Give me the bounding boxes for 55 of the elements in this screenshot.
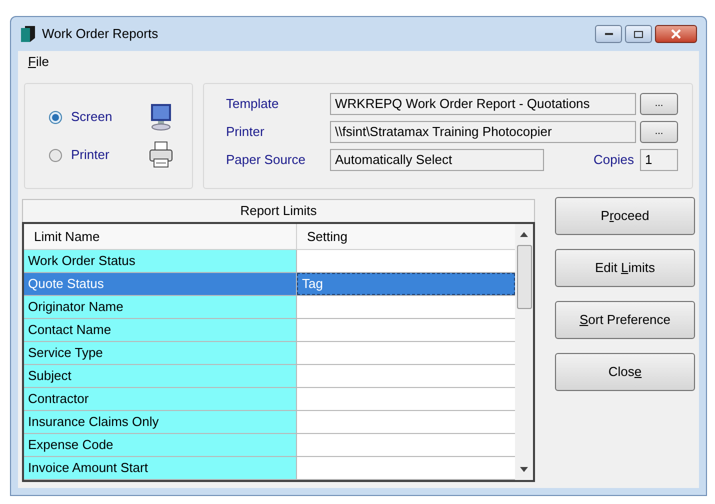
column-header[interactable]: Setting: [297, 224, 515, 249]
table-cell: Contractor: [24, 388, 297, 410]
template-field[interactable]: WRKREPQ Work Order Report - Quotations: [330, 93, 636, 115]
table-cell: Originator Name: [24, 296, 297, 318]
window-title: Work Order Reports: [42, 25, 158, 44]
table-cell: Quote Status: [24, 273, 297, 295]
template-label: Template: [226, 95, 280, 114]
table-row[interactable]: Subject: [24, 365, 515, 388]
table-cell: Expense Code: [24, 434, 297, 456]
browse-button[interactable]: ...: [640, 93, 678, 115]
table-row[interactable]: Invoice Amount Start: [24, 457, 515, 480]
printer-label: Printer: [226, 123, 266, 142]
radio-label: Screen: [71, 108, 112, 126]
table-cell: Service Type: [24, 342, 297, 364]
close-button[interactable]: [655, 25, 697, 43]
action-button[interactable]: Close: [555, 353, 695, 391]
table-cell: Tag: [297, 273, 515, 295]
table-cell: Contact Name: [24, 319, 297, 341]
menu-item[interactable]: File: [28, 52, 49, 72]
table-row[interactable]: Contractor: [24, 388, 515, 411]
monitor-icon: [148, 103, 174, 131]
paper-source-label: Paper Source: [226, 151, 306, 170]
radio-button[interactable]: [49, 110, 62, 124]
table-row[interactable]: Contact Name: [24, 319, 515, 342]
radio-button[interactable]: [49, 148, 62, 162]
radio-label: Printer: [71, 146, 110, 164]
table-cell: Subject: [24, 365, 297, 387]
table-cell: Insurance Claims Only: [24, 411, 297, 433]
printer-icon: [148, 141, 174, 169]
browse-button[interactable]: ...: [640, 121, 678, 143]
maximize-button[interactable]: [625, 25, 652, 43]
column-header[interactable]: Limit Name: [24, 224, 297, 249]
action-button[interactable]: Sort Preference: [555, 301, 695, 339]
action-button[interactable]: Edit Limits: [555, 249, 695, 287]
table-cell: Invoice Amount Start: [24, 457, 297, 479]
app-icon: [20, 25, 36, 43]
minimize-button[interactable]: [595, 25, 622, 43]
table-row[interactable]: Quote Status Tag: [24, 273, 515, 296]
printer-field[interactable]: \\fsint\Stratamax Training Photocopier: [330, 121, 636, 143]
copies-field[interactable]: 1: [640, 149, 678, 171]
copies-label: Copies: [594, 151, 634, 170]
scroll-down-icon[interactable]: [520, 467, 528, 472]
table-row[interactable]: Service Type: [24, 342, 515, 365]
action-button[interactable]: Proceed: [555, 197, 695, 235]
table-title: Report Limits: [22, 199, 535, 222]
paper-source-field[interactable]: Automatically Select: [330, 149, 544, 171]
table-row[interactable]: Insurance Claims Only: [24, 411, 515, 434]
scrollbar-thumb[interactable]: [516, 245, 532, 309]
table-row[interactable]: Expense Code: [24, 434, 515, 457]
table-row[interactable]: Work Order Status: [24, 250, 515, 273]
table-cell: Work Order Status: [24, 250, 297, 272]
table-row[interactable]: Originator Name: [24, 296, 515, 319]
close-icon: [671, 29, 681, 39]
scroll-up-icon[interactable]: [520, 232, 528, 237]
scrollbar[interactable]: [515, 224, 533, 480]
